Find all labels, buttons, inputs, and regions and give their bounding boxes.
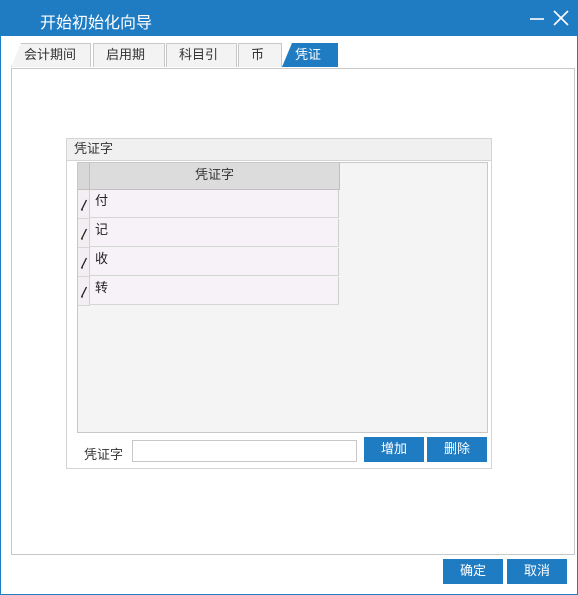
tab-accounting-period[interactable]: 会计期间 xyxy=(11,43,91,67)
cell-voucher-word[interactable]: 付 xyxy=(90,190,339,218)
edit-pencil-icon xyxy=(80,286,88,298)
tab-currency[interactable]: 币别 xyxy=(238,43,282,87)
row-indicator xyxy=(78,190,90,219)
table-row[interactable]: 转 xyxy=(78,277,340,306)
cancel-button[interactable]: 取消 xyxy=(507,559,567,584)
tab-start-period[interactable]: 启用期间 xyxy=(93,43,165,87)
add-button[interactable]: 增加 xyxy=(364,437,424,462)
voucher-word-label: 凭证字 xyxy=(84,448,124,463)
window-title: 开始初始化向导 xyxy=(40,13,153,32)
minimize-icon[interactable] xyxy=(525,6,549,30)
cell-voucher-word[interactable]: 转 xyxy=(90,277,339,305)
row-indicator xyxy=(78,248,90,277)
title-bar: 开始初始化向导 xyxy=(1,1,577,36)
cell-voucher-word[interactable]: 收 xyxy=(90,248,339,276)
table-row[interactable]: 付 xyxy=(78,190,340,219)
table-row[interactable]: 记 xyxy=(78,219,340,248)
grid-header-stub xyxy=(78,163,90,190)
edit-pencil-icon xyxy=(80,199,88,211)
delete-button[interactable]: 删除 xyxy=(427,437,487,462)
grid-header: 凭证字 xyxy=(78,163,340,190)
edit-pencil-icon xyxy=(80,257,88,269)
row-indicator xyxy=(78,277,90,306)
tab-strip: 会计期间 启用期间 科目引入 币别 凭证字 xyxy=(11,43,567,87)
table-row[interactable]: 收 xyxy=(78,248,340,277)
cell-voucher-word[interactable]: 记 xyxy=(90,219,339,247)
column-header-voucher-word[interactable]: 凭证字 xyxy=(90,163,340,190)
group-title: 凭证字 xyxy=(67,139,491,161)
tab-label: 会计期间 xyxy=(24,48,77,63)
tab-voucher-word[interactable]: 凭证字 xyxy=(282,43,338,67)
tab-subject-import[interactable]: 科目引入 xyxy=(166,43,237,87)
row-indicator xyxy=(78,219,90,248)
close-icon[interactable] xyxy=(549,6,573,30)
voucher-word-input[interactable] xyxy=(132,440,357,462)
edit-pencil-icon xyxy=(80,228,88,240)
ok-button[interactable]: 确定 xyxy=(443,559,503,584)
